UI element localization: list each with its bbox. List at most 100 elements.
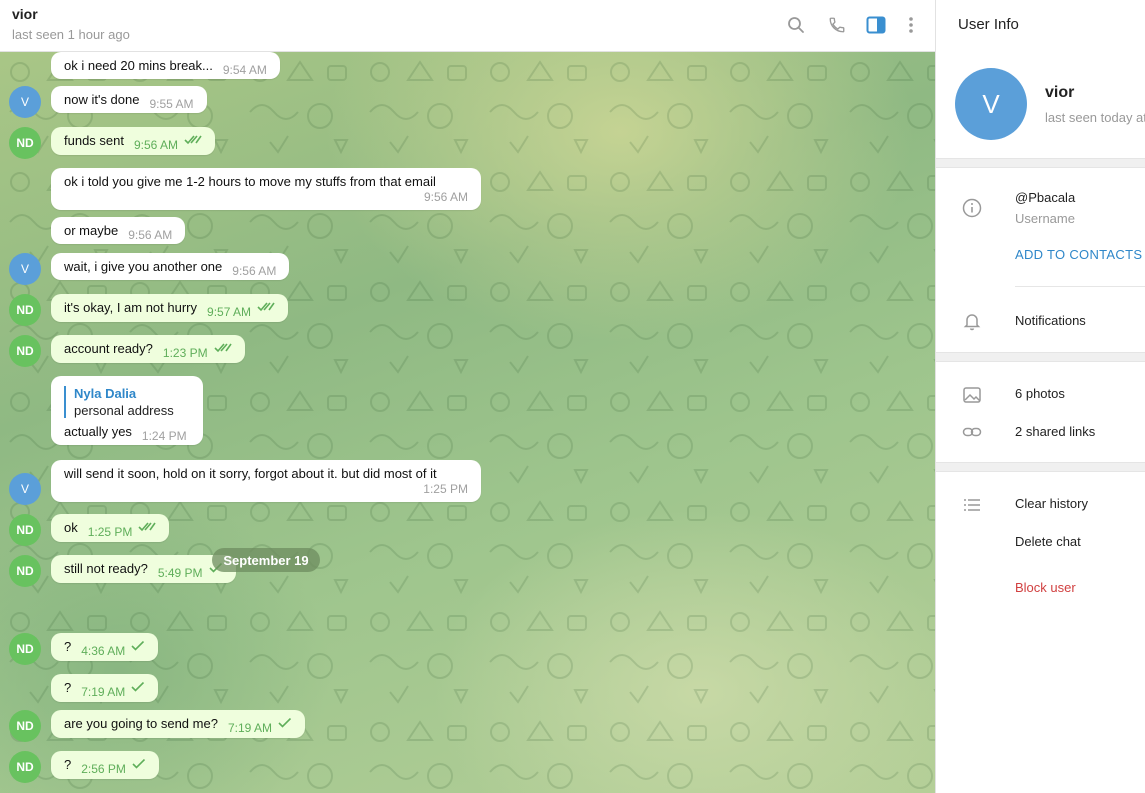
message-bubble[interactable]: ? 7:19 AM — [51, 674, 159, 703]
message-bubble[interactable]: ok i need 20 mins break... 9:54 AM — [51, 52, 280, 79]
message-text: are you going to send me? — [64, 716, 218, 731]
message-time: 9:57 AM — [207, 305, 252, 319]
shared-links-item[interactable]: 2 shared links — [1015, 424, 1095, 439]
message-time: 4:36 AM — [81, 644, 126, 658]
avatar[interactable]: V — [9, 86, 41, 118]
message-text: ok — [64, 520, 78, 535]
message-time: 9:55 AM — [149, 97, 194, 111]
message-time: 1:25 PM — [87, 525, 133, 539]
message-text: ok i need 20 mins break... — [64, 58, 213, 73]
username-value[interactable]: @Pbacala — [1015, 190, 1075, 205]
message-text: will send it soon, hold on it sorry, for… — [64, 466, 437, 481]
add-to-contacts-button[interactable]: ADD TO CONTACTS — [1015, 247, 1142, 262]
username-label: Username — [1015, 211, 1075, 226]
message-bubble[interactable]: will send it soon, hold on it sorry, for… — [51, 460, 481, 502]
message-bubble[interactable]: ok 1:25 PM — [51, 514, 170, 543]
message-text: it's okay, I am not hurry — [64, 300, 198, 315]
avatar[interactable]: ND — [9, 514, 41, 546]
single-check-icon — [132, 757, 146, 772]
single-check-icon — [131, 680, 145, 695]
message-time: 9:54 AM — [222, 63, 267, 77]
message-time: 9:56 AM — [134, 138, 179, 152]
message-text: now it's done — [64, 92, 140, 107]
user-info-panel: User Info V vior last seen today at @Pba… — [935, 0, 1145, 793]
chat-header: vior last seen 1 hour ago — [0, 0, 935, 52]
profile-avatar[interactable]: V — [955, 68, 1027, 140]
info-icon — [961, 197, 983, 219]
message-bubble[interactable]: Nyla Dalia personal address actually yes… — [51, 376, 203, 445]
message-bubble[interactable]: funds sent 9:56 AM — [51, 127, 216, 156]
double-check-icon — [184, 133, 202, 148]
double-check-icon — [138, 520, 157, 535]
message-bubble[interactable]: ? 2:56 PM — [51, 751, 159, 780]
phone-icon[interactable] — [826, 14, 848, 36]
profile-name: vior — [1045, 84, 1075, 101]
photo-icon — [961, 384, 983, 406]
reply-author: Nyla Dalia — [74, 386, 137, 401]
message-time: 9:56 AM — [232, 264, 277, 278]
message-text: ? — [64, 680, 72, 695]
message-time: 5:49 PM — [157, 566, 203, 580]
sidebar-toggle-icon[interactable] — [865, 14, 887, 36]
avatar[interactable]: ND — [9, 294, 41, 326]
reply-quote[interactable]: Nyla Dalia personal address — [64, 386, 190, 418]
message-bubble[interactable]: still not ready? 5:49 PM — [51, 555, 236, 584]
message-text: wait, i give you another one — [64, 259, 223, 274]
message-bubble[interactable]: now it's done 9:55 AM — [51, 86, 207, 113]
more-vertical-icon[interactable] — [900, 14, 922, 36]
message-time: 2:56 PM — [81, 762, 126, 776]
section-divider — [936, 158, 1145, 168]
message-bubble[interactable]: ? 4:36 AM — [51, 633, 159, 662]
message-time: 7:19 AM — [81, 685, 126, 699]
double-check-icon — [257, 300, 275, 315]
delete-chat-item[interactable]: Delete chat — [1015, 534, 1081, 549]
single-check-icon — [131, 639, 145, 654]
single-check-icon — [278, 716, 292, 731]
shared-photos-item[interactable]: 6 photos — [1015, 386, 1065, 401]
peer-name[interactable]: vior — [12, 6, 38, 22]
avatar[interactable]: ND — [9, 710, 41, 742]
profile-status: last seen today at — [1045, 110, 1145, 125]
avatar[interactable]: ND — [9, 555, 41, 587]
chat-column: vior last seen 1 hour ago ok i need 20 m… — [0, 0, 935, 793]
message-text: funds sent — [64, 133, 124, 148]
message-bubble[interactable]: or maybe 9:56 AM — [51, 217, 186, 244]
section-divider — [936, 462, 1145, 472]
message-text: ? — [64, 639, 72, 654]
avatar[interactable]: ND — [9, 633, 41, 665]
reply-text: personal address — [74, 403, 174, 418]
message-text: still not ready? — [64, 561, 148, 576]
avatar[interactable]: V — [9, 473, 41, 505]
search-icon[interactable] — [785, 14, 807, 36]
panel-title: User Info — [958, 16, 1019, 33]
clear-history-item[interactable]: Clear history — [1015, 496, 1088, 511]
link-icon — [961, 421, 983, 443]
avatar[interactable]: ND — [9, 127, 41, 159]
peer-status: last seen 1 hour ago — [12, 27, 130, 42]
notifications-item[interactable]: Notifications — [1015, 313, 1086, 328]
bell-icon — [961, 310, 983, 332]
section-divider — [936, 352, 1145, 362]
block-user-item[interactable]: Block user — [1015, 580, 1076, 595]
message-text: ok i told you give me 1-2 hours to move … — [64, 174, 436, 189]
message-bubble[interactable]: are you going to send me? 7:19 AM — [51, 710, 305, 739]
message-text: or maybe — [64, 223, 119, 238]
message-bubble[interactable]: it's okay, I am not hurry 9:57 AM — [51, 294, 289, 323]
message-bubble[interactable]: account ready? 1:23 PM — [51, 335, 245, 364]
date-separator: September 19 — [212, 548, 320, 572]
message-bubble[interactable]: ok i told you give me 1-2 hours to move … — [51, 168, 481, 210]
message-time: 7:19 AM — [227, 721, 272, 735]
message-bubble[interactable]: wait, i give you another one 9:56 AM — [51, 253, 290, 280]
message-time: 9:56 AM — [423, 190, 468, 204]
avatar[interactable]: ND — [9, 751, 41, 783]
message-text: ? — [64, 757, 72, 772]
avatar[interactable]: V — [9, 253, 41, 285]
message-text: actually yes — [64, 424, 132, 439]
message-time: 1:25 PM — [423, 482, 468, 496]
avatar[interactable]: ND — [9, 335, 41, 367]
message-text: account ready? — [64, 341, 153, 356]
message-time: 9:56 AM — [128, 228, 173, 242]
message-time: 1:23 PM — [162, 346, 208, 360]
telegram-window: vior last seen 1 hour ago ok i need 20 m… — [0, 0, 1145, 793]
row-divider — [1015, 286, 1145, 287]
